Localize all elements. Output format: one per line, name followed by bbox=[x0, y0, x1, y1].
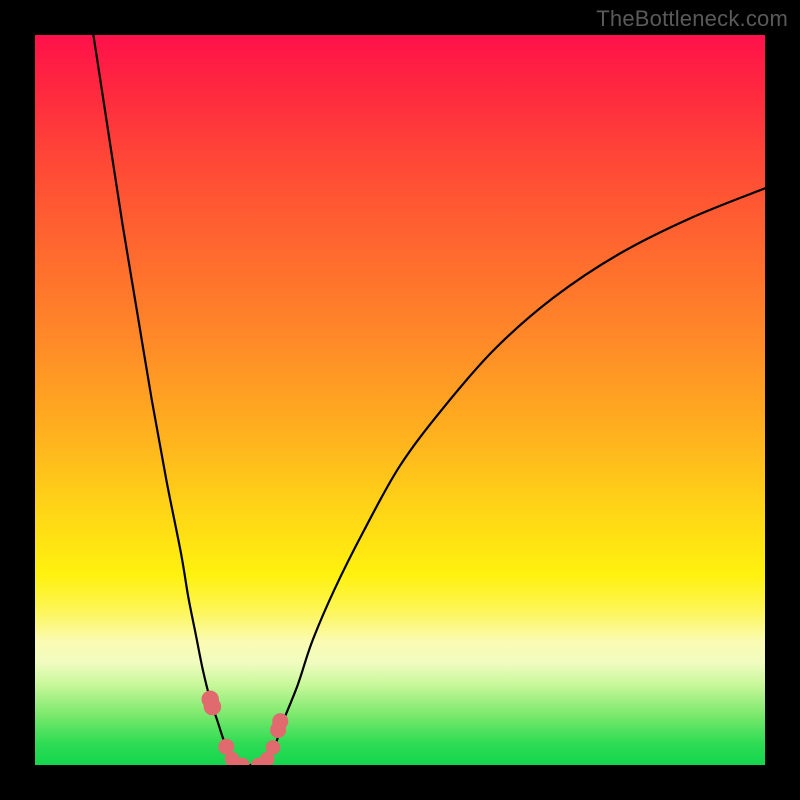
marker-dot bbox=[266, 740, 281, 755]
watermark-text: TheBottleneck.com bbox=[596, 6, 788, 32]
plot-area bbox=[35, 35, 765, 765]
chart-frame: TheBottleneck.com bbox=[0, 0, 800, 800]
right-curve bbox=[265, 188, 765, 765]
left-curve bbox=[93, 35, 236, 765]
marker-dot bbox=[204, 698, 222, 716]
curve-svg bbox=[35, 35, 765, 765]
marker-dot bbox=[272, 713, 288, 729]
scatter-markers bbox=[201, 691, 288, 765]
